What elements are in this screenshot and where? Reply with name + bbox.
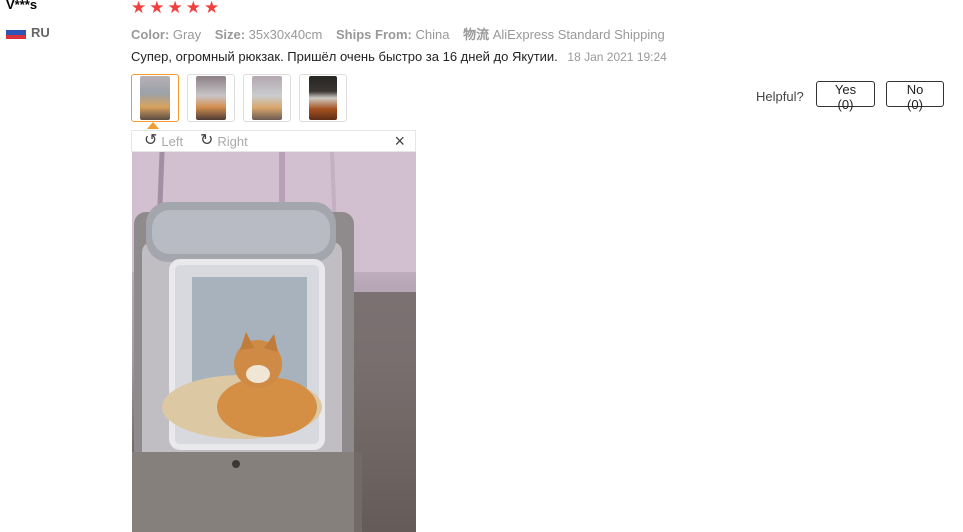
- rotate-right-label: Right: [217, 133, 248, 149]
- review-photo: [132, 152, 416, 532]
- photo-illustration: [132, 152, 416, 532]
- meta-key: Size:: [214, 27, 246, 42]
- thumbnail-image: [140, 76, 170, 120]
- thumbnail-image: [252, 76, 282, 120]
- meta-key: 物流: [463, 27, 490, 42]
- review-thumbnail[interactable]: [299, 74, 347, 122]
- order-info: Color: Gray Size: 35x30x40cm Ships From:…: [131, 24, 675, 43]
- review-body: Супер, огромный рюкзак. Пришёл очень быс…: [131, 49, 667, 64]
- meta-key: Color:: [131, 27, 170, 42]
- rotate-left-button[interactable]: ↺ Left: [144, 133, 183, 149]
- review-date: 18 Jan 2021 19:24: [567, 50, 667, 64]
- image-viewer-toolbar: ↺ Left ↻ Right ×: [131, 130, 416, 152]
- meta-value: China: [415, 27, 450, 42]
- close-viewer-button[interactable]: ×: [394, 131, 405, 152]
- review-thumbnail[interactable]: [187, 74, 235, 122]
- meta-value: 35x30x40cm: [248, 27, 323, 42]
- review-thumbnail[interactable]: [131, 74, 179, 122]
- star-icon: ★: [149, 0, 165, 17]
- meta-key: Ships From:: [336, 27, 412, 42]
- country-code: RU: [31, 25, 50, 40]
- review-text: Супер, огромный рюкзак. Пришёл очень быс…: [131, 49, 558, 64]
- review-thumbnails: [131, 74, 347, 122]
- star-icon: ★: [131, 0, 147, 17]
- rotate-right-button[interactable]: ↻ Right: [200, 133, 248, 149]
- russia-flag-icon: [6, 26, 26, 39]
- helpful-yes-button[interactable]: Yes (0): [816, 81, 875, 112]
- reviewer-country: RU: [6, 25, 50, 40]
- star-icon: ★: [185, 0, 201, 17]
- star-rating: ★ ★ ★ ★ ★: [131, 0, 219, 16]
- star-icon: ★: [167, 0, 183, 17]
- thumbnail-image: [196, 76, 226, 120]
- rotate-right-icon: ↻: [200, 132, 214, 149]
- meta-value: Gray: [172, 27, 202, 42]
- star-icon: ★: [204, 0, 220, 17]
- thumbnail-image: [309, 76, 337, 120]
- meta-value: AliExpress Standard Shipping: [492, 27, 665, 42]
- reviewer-name: V***s: [6, 0, 38, 12]
- helpful-label: Helpful?: [756, 89, 804, 104]
- active-thumbnail-pointer: [147, 122, 159, 129]
- rotate-left-icon: ↺: [144, 132, 158, 149]
- helpful-no-button[interactable]: No (0): [886, 81, 944, 112]
- rotate-left-label: Left: [161, 133, 184, 149]
- review-thumbnail[interactable]: [243, 74, 291, 122]
